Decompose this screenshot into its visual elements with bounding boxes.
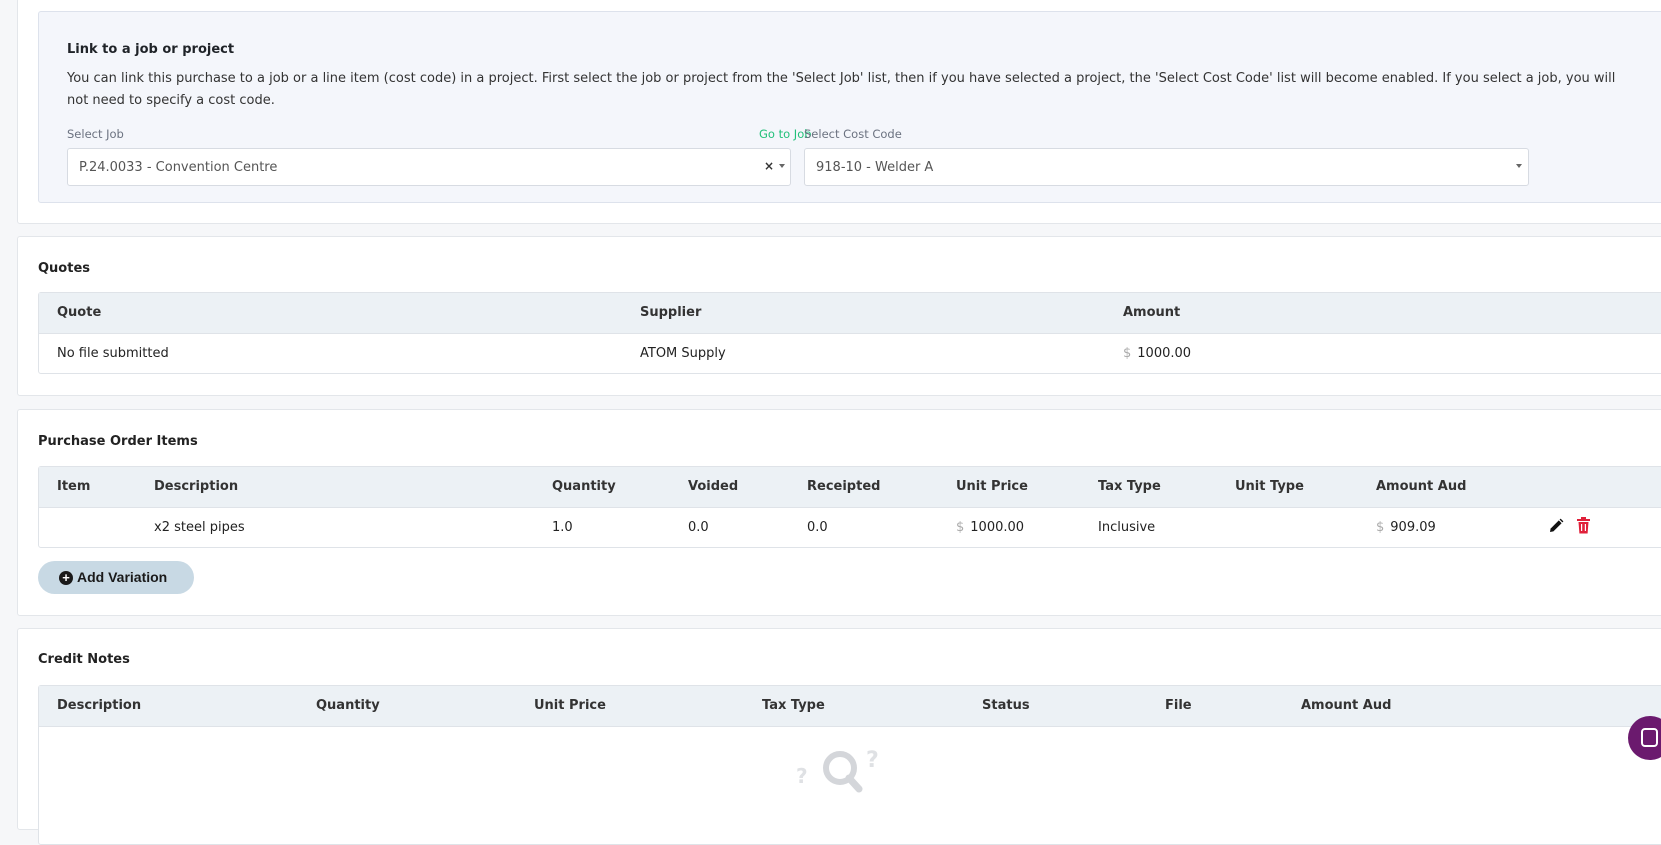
column-header: Description	[57, 698, 142, 713]
svg-text:?: ?	[866, 748, 879, 773]
column-header: Supplier	[640, 305, 702, 320]
select-job-label: Select Job	[67, 127, 124, 141]
column-header: Quantity	[552, 479, 616, 494]
column-header: Unit Type	[1235, 479, 1304, 494]
pencil-icon[interactable]	[1548, 518, 1564, 534]
po-unit-price: $1000.00	[956, 520, 1025, 535]
column-header: Amount	[1123, 305, 1181, 320]
column-header: Quote	[57, 305, 102, 320]
quotes-table: Quote Supplier Amount No file submitted …	[38, 292, 1661, 374]
po-voided: 0.0	[688, 520, 709, 535]
purchase-order-items-table: Item Description Quantity Voided Receipt…	[38, 466, 1661, 548]
column-header: Amount Aud	[1376, 479, 1467, 494]
trash-icon[interactable]	[1576, 517, 1591, 534]
quotes-title: Quotes	[38, 261, 91, 276]
column-header: Item	[57, 479, 91, 494]
quote-file: No file submitted	[57, 346, 169, 361]
select-cost-code-value: 918-10 - Welder A	[816, 160, 934, 175]
column-header: Tax Type	[762, 698, 825, 713]
po-quantity: 1.0	[552, 520, 573, 535]
link-job-description: You can link this purchase to a job or a…	[67, 71, 1616, 108]
table-row[interactable]: No file submitted ATOM Supply $1000.00	[39, 334, 1661, 373]
table-row[interactable]: x2 steel pipes 1.0 0.0 0.0 $1000.00 Incl…	[39, 508, 1661, 547]
link-job-title: Link to a job or project	[67, 42, 235, 57]
purchase-order-items-card: Purchase Order Items Item Description Qu…	[17, 409, 1661, 616]
po-description: x2 steel pipes	[154, 520, 245, 535]
chevron-down-icon	[1516, 164, 1522, 168]
quotes-table-header: Quote Supplier Amount	[39, 293, 1661, 334]
column-header: Quantity	[316, 698, 380, 713]
credit-notes-table-header: Description Quantity Unit Price Tax Type…	[39, 686, 1661, 727]
column-header: Amount Aud	[1301, 698, 1392, 713]
select-cost-code-dropdown[interactable]: 918-10 - Welder A	[804, 148, 1529, 186]
clear-job-icon[interactable]: ×	[764, 159, 774, 173]
svg-text:?: ?	[796, 764, 808, 788]
column-header: Description	[154, 479, 239, 494]
column-header: Voided	[688, 479, 739, 494]
select-cost-code-label: Select Cost Code	[804, 127, 902, 141]
add-variation-button[interactable]: + Add Variation	[38, 561, 194, 594]
po-table-header: Item Description Quantity Voided Receipt…	[39, 467, 1661, 508]
quote-amount: $1000.00	[1123, 346, 1192, 361]
quotes-card: Quotes Quote Supplier Amount No file sub…	[17, 236, 1661, 396]
quote-supplier: ATOM Supply	[640, 346, 726, 361]
credit-notes-title: Credit Notes	[38, 652, 130, 667]
column-header: Unit Price	[956, 479, 1028, 494]
purchase-order-items-title: Purchase Order Items	[38, 434, 198, 449]
column-header: Unit Price	[534, 698, 606, 713]
link-job-panel: Link to a job or project You can link th…	[38, 11, 1661, 203]
empty-search-icon: ? ?	[796, 748, 879, 793]
link-job-card: Link to a job or project You can link th…	[17, 0, 1661, 224]
chevron-down-icon	[779, 164, 785, 168]
po-receipted: 0.0	[807, 520, 828, 535]
select-job-dropdown[interactable]: P.24.0033 - Convention Centre ×	[67, 148, 791, 186]
plus-circle-icon: +	[59, 571, 73, 585]
select-job-value: P.24.0033 - Convention Centre	[79, 160, 278, 175]
column-header: Status	[982, 698, 1030, 713]
po-amount: $909.09	[1376, 520, 1436, 535]
column-header: File	[1165, 698, 1192, 713]
column-header: Tax Type	[1098, 479, 1161, 494]
chat-icon	[1641, 728, 1658, 747]
po-tax-type: Inclusive	[1098, 520, 1156, 535]
column-header: Receipted	[807, 479, 881, 494]
